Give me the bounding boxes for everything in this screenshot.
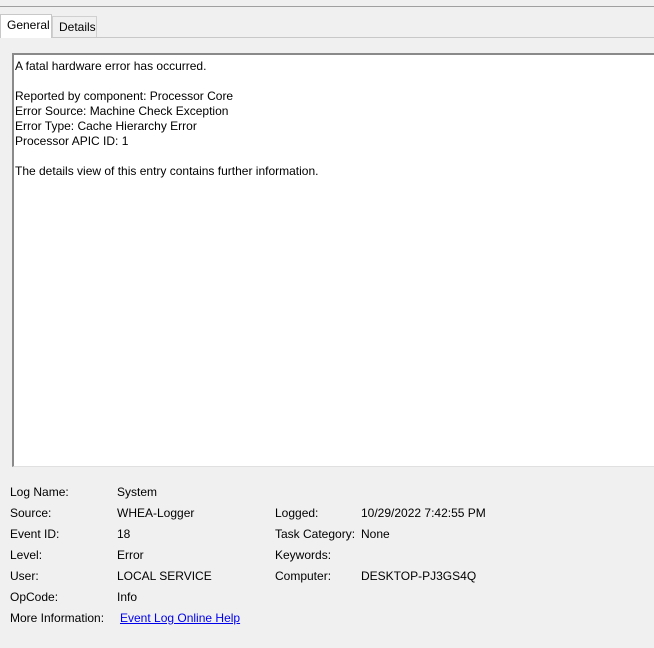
level-value: Error — [117, 548, 144, 562]
description-line: Processor APIC ID: 1 — [15, 134, 129, 148]
keywords-label: Keywords: — [275, 548, 332, 562]
logged-label: Logged: — [275, 506, 319, 520]
opcode-value: Info — [117, 590, 138, 604]
event-id-label: Event ID: — [10, 527, 60, 541]
source-label: Source: — [10, 506, 52, 520]
source-value: WHEA-Logger — [117, 506, 195, 520]
tab-general[interactable]: General — [0, 14, 52, 38]
opcode-label: OpCode: — [10, 590, 59, 604]
tab-bar: General Details — [0, 14, 654, 38]
computer-label: Computer: — [275, 569, 332, 583]
description-line: Error Type: Cache Hierarchy Error — [15, 119, 197, 133]
description-blank-line — [15, 149, 654, 164]
computer-value: DESKTOP-PJ3GS4Q — [361, 569, 477, 583]
more-information-label: More Information: — [10, 611, 105, 625]
window-top-edge — [0, 0, 654, 7]
log-name-label: Log Name: — [10, 485, 69, 499]
user-value: LOCAL SERVICE — [117, 569, 212, 583]
description-blank-line — [15, 74, 654, 89]
description-line: A fatal hardware error has occurred. — [15, 59, 207, 73]
event-description-box[interactable]: A fatal hardware error has occurred. Rep… — [12, 53, 654, 467]
user-label: User: — [10, 569, 39, 583]
task-category-value: None — [361, 527, 390, 541]
description-line: Error Source: Machine Check Exception — [15, 104, 229, 118]
description-line: The details view of this entry contains … — [15, 164, 319, 178]
description-line: Reported by component: Processor Core — [15, 89, 234, 103]
log-name-value: System — [117, 485, 158, 499]
event-id-value: 18 — [117, 527, 131, 541]
task-category-label: Task Category: — [275, 527, 356, 541]
level-label: Level: — [10, 548, 43, 562]
logged-value: 10/29/2022 7:42:55 PM — [361, 506, 486, 520]
event-log-online-help-link[interactable]: Event Log Online Help — [120, 611, 240, 626]
tab-details[interactable]: Details — [52, 16, 97, 37]
